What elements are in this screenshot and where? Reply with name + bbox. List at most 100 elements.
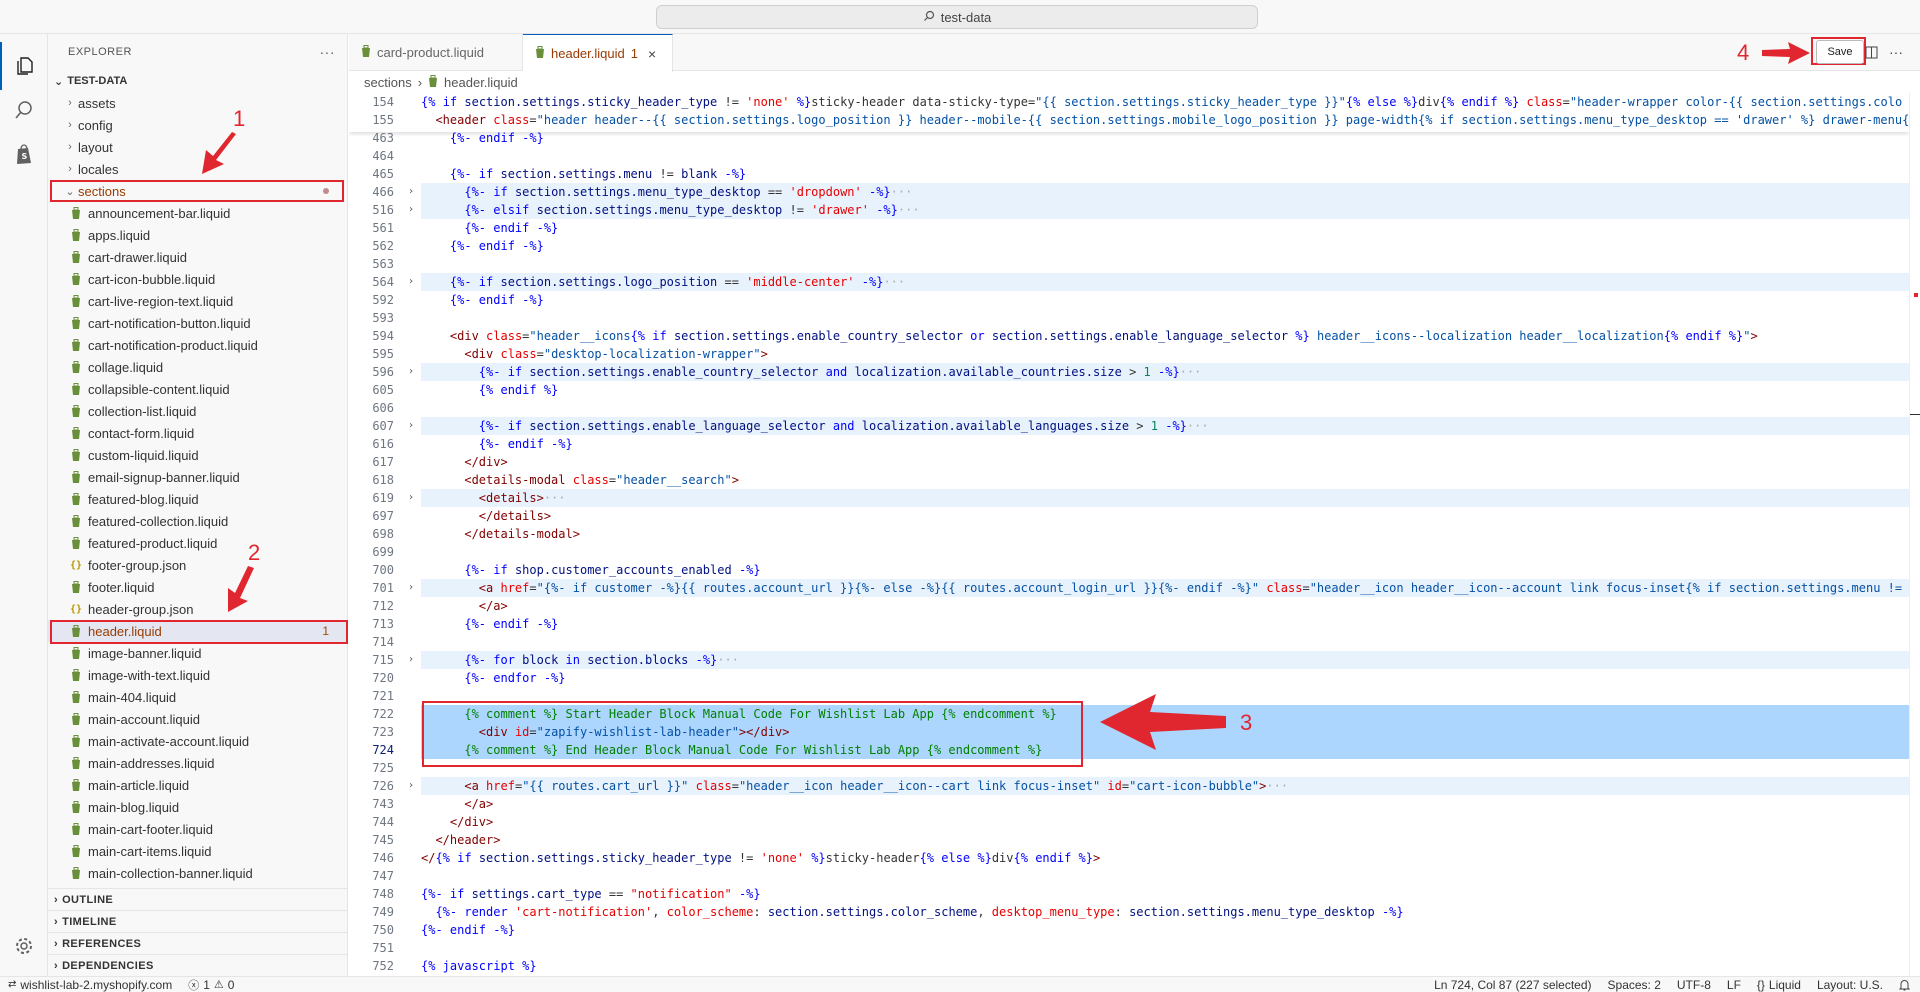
code-line[interactable]: 563 (349, 255, 1909, 273)
code-line[interactable]: 155 <header class="header header--{{ sec… (349, 111, 1909, 129)
workspace-folder[interactable]: ⌄ TEST-DATA (48, 70, 347, 92)
tree-item-locales[interactable]: › locales (48, 158, 347, 180)
code-line[interactable]: 619 › <details>··· (349, 489, 1909, 507)
tree-item-image-with-text-liquid[interactable]: image-with-text.liquid (48, 664, 347, 686)
tree-item-header-group-json[interactable]: {} header-group.json (48, 598, 347, 620)
tree-item-main-404-liquid[interactable]: main-404.liquid (48, 686, 347, 708)
tree-item-cart-notification-product-liquid[interactable]: cart-notification-product.liquid (48, 334, 347, 356)
more-actions-icon[interactable]: ··· (320, 44, 336, 60)
code-line[interactable]: 564 › {%- if section.settings.logo_positi… (349, 273, 1909, 291)
tree-item-collapsible-content-liquid[interactable]: collapsible-content.liquid (48, 378, 347, 400)
tree-item-email-signup-banner-liquid[interactable]: email-signup-banner.liquid (48, 466, 347, 488)
fold-chevron-icon[interactable]: › (405, 363, 417, 381)
cursor-position[interactable]: Ln 724, Col 87 (227 selected) (1434, 978, 1591, 992)
tree-item-footer-liquid[interactable]: footer.liquid (48, 576, 347, 598)
tree-item-announcement-bar-liquid[interactable]: announcement-bar.liquid (48, 202, 347, 224)
bell-icon[interactable] (1899, 978, 1910, 992)
code-line[interactable]: 746 </{% if section.settings.sticky_heade… (349, 849, 1909, 867)
tree-item-apps-liquid[interactable]: apps.liquid (48, 224, 347, 246)
code-line[interactable]: 752 {% javascript %} (349, 957, 1909, 975)
code-line[interactable]: 701 › <a href="{%- if customer -%}{{ rout… (349, 579, 1909, 597)
fold-chevron-icon[interactable]: › (405, 579, 417, 597)
code-line[interactable]: 750 {%- endif -%} (349, 921, 1909, 939)
tree-item-main-collection-banner-liquid[interactable]: main-collection-banner.liquid (48, 862, 347, 884)
code-line[interactable]: 751 (349, 939, 1909, 957)
code-line[interactable]: 714 (349, 633, 1909, 651)
code-line[interactable]: 595 <div class="desktop-localization-wra… (349, 345, 1909, 363)
more-actions-icon[interactable]: ··· (1885, 40, 1907, 64)
breadcrumb-file[interactable]: header.liquid (444, 75, 518, 90)
fold-chevron-icon[interactable]: › (405, 651, 417, 669)
code-line[interactable]: 744 </div> (349, 813, 1909, 831)
search-icon[interactable] (0, 86, 48, 134)
code-line[interactable]: 596 › {%- if section.settings.enable_coun… (349, 363, 1909, 381)
tree-item-cart-notification-button-liquid[interactable]: cart-notification-button.liquid (48, 312, 347, 334)
code-line[interactable]: 154 {% if section.settings.sticky_header_… (349, 93, 1909, 111)
code-line[interactable]: 699 (349, 543, 1909, 561)
remote-indicator[interactable]: ⇄ wishlist-lab-2.myshopify.com (8, 977, 172, 992)
code-line[interactable]: 592 {%- endif -%} (349, 291, 1909, 309)
tree-item-cart-icon-bubble-liquid[interactable]: cart-icon-bubble.liquid (48, 268, 347, 290)
code-line[interactable]: 712 </a> (349, 597, 1909, 615)
shopify-icon[interactable]: S (0, 130, 48, 178)
code-line[interactable]: 748 {%- if settings.cart_type == "notific… (349, 885, 1909, 903)
code-line[interactable]: 715 › {%- for block in section.blocks -%}… (349, 651, 1909, 669)
tree-item-assets[interactable]: › assets (48, 92, 347, 114)
language-mode[interactable]: {} Liquid (1757, 978, 1801, 992)
encoding[interactable]: UTF-8 (1677, 978, 1711, 992)
code-line[interactable]: 713 {%- endif -%} (349, 615, 1909, 633)
save-button[interactable]: Save (1816, 40, 1864, 64)
code-line[interactable]: 594 <div class="header__icons{% if secti… (349, 327, 1909, 345)
code-line[interactable]: 745 </header> (349, 831, 1909, 849)
indentation[interactable]: Spaces: 2 (1608, 978, 1661, 992)
tree-item-main-activate-account-liquid[interactable]: main-activate-account.liquid (48, 730, 347, 752)
tree-item-main-blog-liquid[interactable]: main-blog.liquid (48, 796, 347, 818)
split-editor-icon[interactable] (1860, 40, 1882, 64)
code-line[interactable]: 466 › {%- if section.settings.menu_type_d… (349, 183, 1909, 201)
fold-chevron-icon[interactable]: › (405, 417, 417, 435)
end-of-line[interactable]: LF (1727, 978, 1741, 992)
tree-item-contact-form-liquid[interactable]: contact-form.liquid (48, 422, 347, 444)
code-line[interactable]: 464 (349, 147, 1909, 165)
code-line[interactable]: 606 (349, 399, 1909, 417)
tree-item-main-article-liquid[interactable]: main-article.liquid (48, 774, 347, 796)
fold-chevron-icon[interactable]: › (405, 183, 417, 201)
editor-scrollbar[interactable] (1909, 93, 1920, 976)
explorer-icon[interactable] (0, 42, 48, 90)
tree-item-main-addresses-liquid[interactable]: main-addresses.liquid (48, 752, 347, 774)
tree-item-footer-group-json[interactable]: {} footer-group.json (48, 554, 347, 576)
breadcrumb-folder[interactable]: sections (364, 75, 412, 90)
timeline-section[interactable]: › TIMELINE (48, 910, 347, 932)
close-icon[interactable]: × (648, 46, 656, 62)
code-line[interactable]: 743 </a> (349, 795, 1909, 813)
fold-chevron-icon[interactable]: › (405, 273, 417, 291)
problems-indicator[interactable]: ⓧ 1 ⚠ 0 (188, 977, 234, 992)
tree-item-config[interactable]: › config (48, 114, 347, 136)
references-section[interactable]: › REFERENCES (48, 932, 347, 954)
fold-chevron-icon[interactable]: › (405, 777, 417, 795)
code-line[interactable]: 720 {%- endfor -%} (349, 669, 1909, 687)
code-line[interactable]: 463 {%- endif -%} (349, 129, 1909, 147)
tree-item-layout[interactable]: › layout (48, 136, 347, 158)
code-line[interactable]: 698 </details-modal> (349, 525, 1909, 543)
code-line[interactable]: 697 </details> (349, 507, 1909, 525)
tree-item-main-cart-footer-liquid[interactable]: main-cart-footer.liquid (48, 818, 347, 840)
code-line[interactable]: 749 {%- render 'cart-notification', colo… (349, 903, 1909, 921)
code-line[interactable]: 607 › {%- if section.settings.enable_lang… (349, 417, 1909, 435)
tree-item-custom-liquid-liquid[interactable]: custom-liquid.liquid (48, 444, 347, 466)
code-line[interactable]: 516 › {%- elsif section.settings.menu_typ… (349, 201, 1909, 219)
code-line[interactable]: 465 {%- if section.settings.menu != blan… (349, 165, 1909, 183)
command-center-search[interactable]: test-data (656, 5, 1258, 29)
fold-chevron-icon[interactable]: › (405, 489, 417, 507)
code-line[interactable]: 562 {%- endif -%} (349, 237, 1909, 255)
gear-icon[interactable] (0, 922, 48, 970)
code-line[interactable]: 616 {%- endif -%} (349, 435, 1909, 453)
code-line[interactable]: 618 <details-modal class="header__search… (349, 471, 1909, 489)
code-line[interactable]: 726 › <a href="{{ routes.cart_url }}" cla… (349, 777, 1909, 795)
tree-item-image-banner-liquid[interactable]: image-banner.liquid (48, 642, 347, 664)
tree-item-main-cart-items-liquid[interactable]: main-cart-items.liquid (48, 840, 347, 862)
code-line[interactable]: 617 </div> (349, 453, 1909, 471)
code-line[interactable]: 593 (349, 309, 1909, 327)
tree-item-main-account-liquid[interactable]: main-account.liquid (48, 708, 347, 730)
code-line[interactable]: 747 (349, 867, 1909, 885)
